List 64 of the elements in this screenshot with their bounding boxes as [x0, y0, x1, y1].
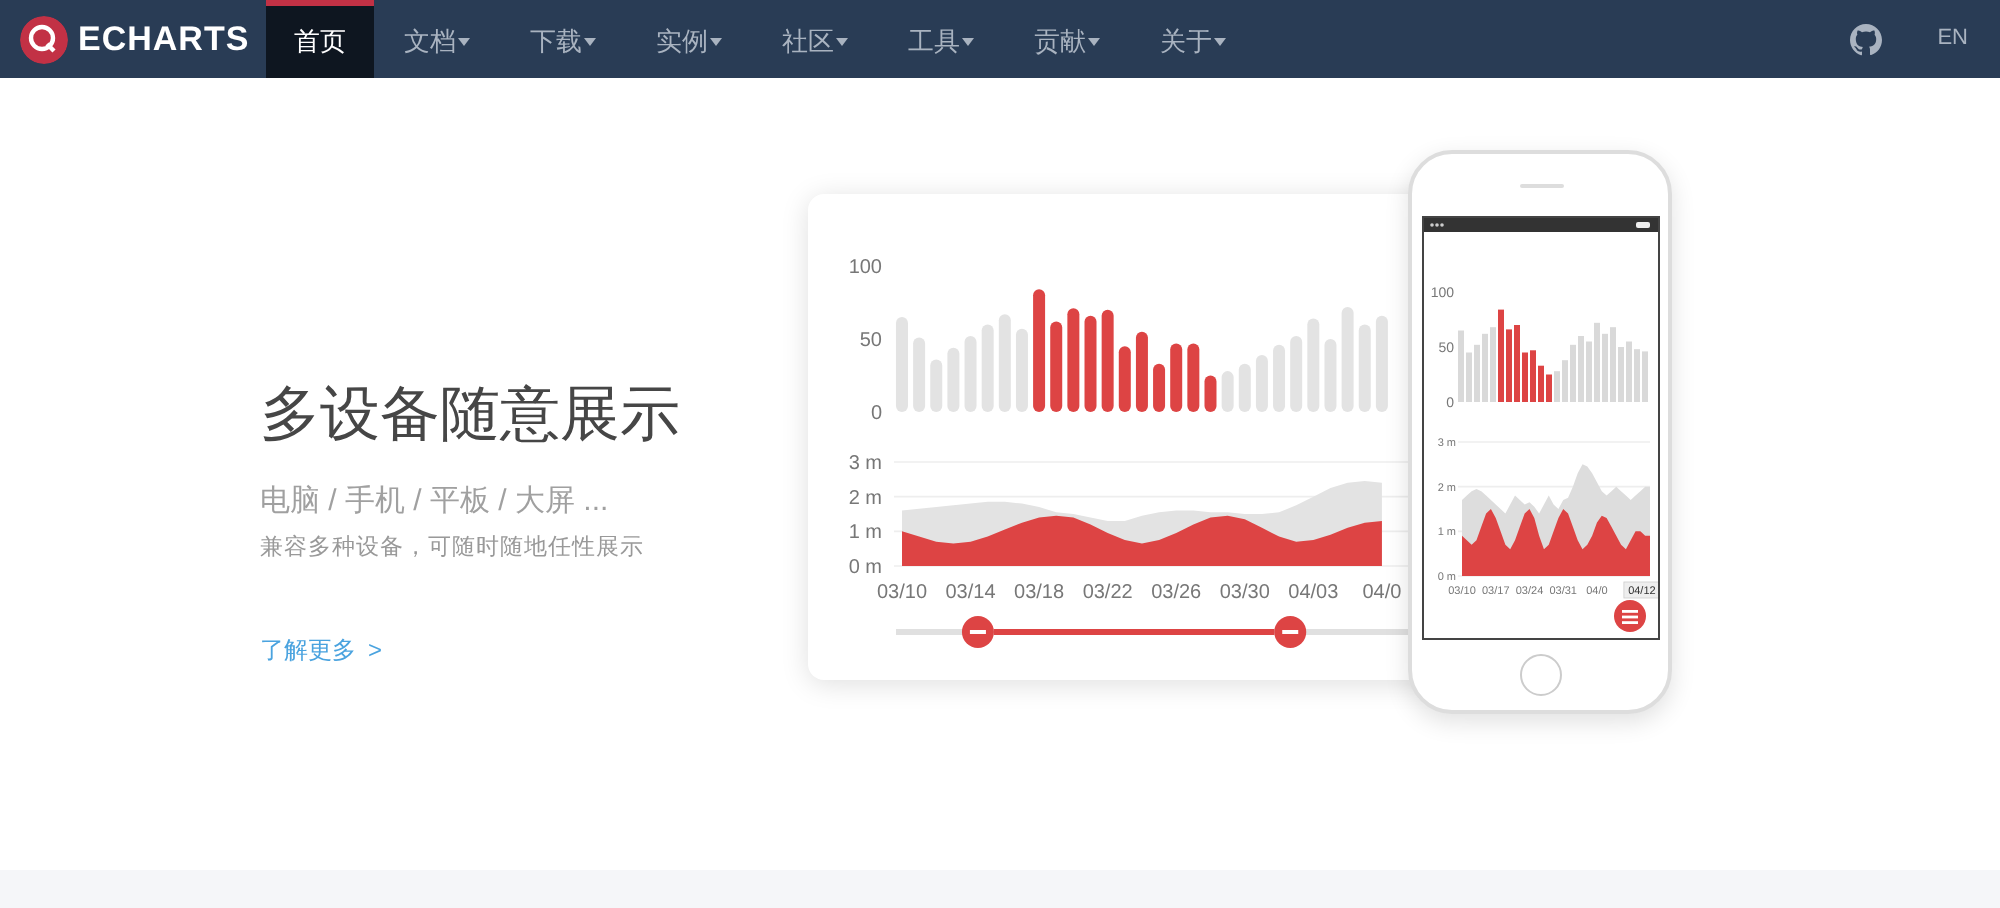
bar [1324, 339, 1337, 412]
axis-label: 3 m [848, 453, 882, 475]
bar [1221, 371, 1234, 412]
axis-label: 0 [870, 403, 882, 425]
nav-tab[interactable]: 实例 [626, 0, 752, 78]
axis-label: 1 m [848, 522, 882, 545]
nav-tab[interactable]: 工具 [878, 0, 1004, 78]
bar [1255, 355, 1268, 412]
axis-label: 03/18 [1014, 582, 1065, 604]
bar [1341, 306, 1354, 412]
bar [1170, 343, 1183, 412]
slider-handle[interactable] [961, 616, 994, 648]
bar [1238, 363, 1251, 412]
bar [1307, 318, 1320, 412]
menu-icon [1622, 609, 1638, 623]
axis-label: 03/22 [1082, 582, 1133, 604]
menu-button[interactable] [1614, 600, 1646, 632]
bar [998, 314, 1011, 412]
language-link[interactable]: EN [1937, 22, 1968, 56]
bar [913, 337, 926, 412]
axis-label: 04/03 [1288, 582, 1339, 604]
axis-label: 50 [859, 330, 882, 352]
logo-text: ECHARTS [78, 17, 250, 62]
bar [1118, 346, 1131, 412]
bar [1050, 321, 1063, 412]
bar [947, 347, 960, 412]
bar [930, 359, 943, 412]
bar [1015, 328, 1028, 412]
axis-label: 2 m [848, 487, 882, 510]
axis-label: 100 [848, 257, 882, 279]
nav-tab[interactable]: 首页 [266, 0, 374, 78]
slider-handle[interactable] [1274, 616, 1307, 648]
axis-label: 0 m [848, 557, 882, 579]
axis-label: 03/26 [1151, 582, 1202, 604]
nav-tab[interactable]: 文档 [374, 0, 500, 78]
nav-tab[interactable]: 关于 [1130, 0, 1256, 78]
headline: 多设备随意展示 [260, 380, 682, 452]
bar [1084, 315, 1097, 412]
description: 兼容多种设备，可随时随地任性展示 [260, 532, 646, 563]
axis-label: 03/14 [945, 582, 996, 604]
bar [1153, 363, 1166, 412]
bar [981, 324, 994, 412]
axis-label: 03/10 [876, 582, 928, 604]
subtitle: 电脑 / 手机 / 平板 / 大屏 ... [260, 482, 611, 522]
nav-tab[interactable]: 下载 [500, 0, 626, 78]
axis-label: 03/30 [1219, 582, 1270, 604]
nav-tab[interactable]: 社区 [752, 0, 878, 78]
axis-label: 04/0 [1362, 582, 1402, 604]
bar [964, 336, 977, 412]
bar [1290, 336, 1303, 412]
bar [1358, 324, 1371, 412]
bar [1204, 375, 1217, 412]
bar [1187, 343, 1200, 412]
bar [895, 317, 908, 412]
github-icon[interactable] [1849, 23, 1882, 55]
bar [1067, 308, 1080, 412]
nav-tab[interactable]: 贡献 [1004, 0, 1130, 78]
learn-more-link[interactable]: 了解更多 > [260, 631, 383, 668]
logo-icon [20, 15, 68, 63]
bar [1135, 331, 1148, 412]
bar [1033, 289, 1046, 412]
bar [1375, 315, 1388, 412]
bar [1101, 309, 1114, 412]
bar [1273, 344, 1286, 412]
